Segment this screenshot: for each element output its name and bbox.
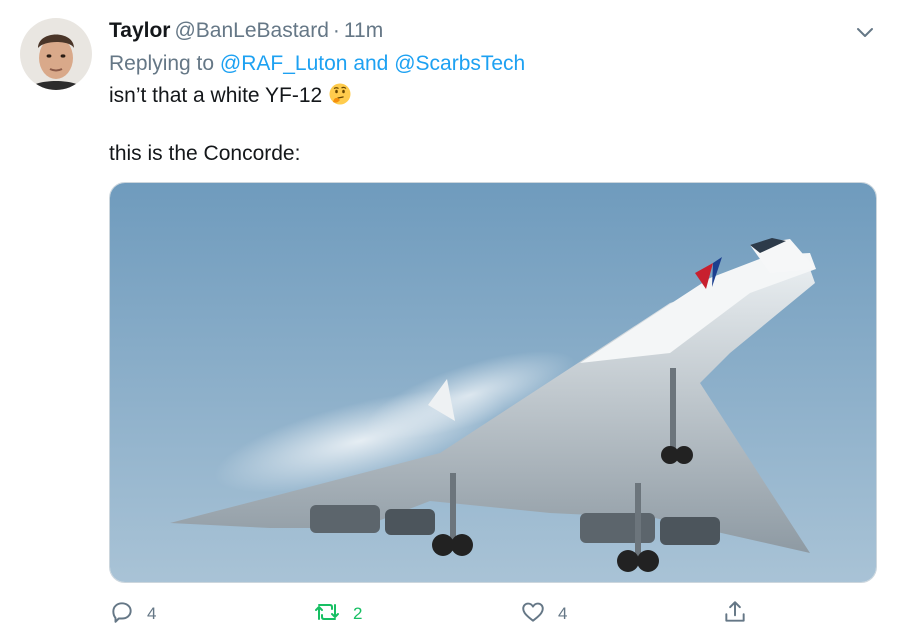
retweet-icon bbox=[313, 599, 341, 630]
retweet-button[interactable]: 2 bbox=[313, 600, 362, 628]
retweet-count: 2 bbox=[353, 604, 363, 623]
display-name[interactable]: Taylor bbox=[109, 19, 170, 42]
replying-to: Replying to @RAF_Luton and @ScarbsTech bbox=[109, 50, 525, 78]
reply-button[interactable]: 4 bbox=[109, 600, 156, 628]
tweet-header: Taylor @BanLeBastard · 11m bbox=[109, 17, 383, 45]
tweet-text: isn’t that a white YF-12 bbox=[109, 84, 323, 107]
tweet-text-line-2: this is the Concorde: bbox=[109, 142, 301, 165]
tweet-photo[interactable] bbox=[109, 182, 877, 583]
user-handle[interactable]: @BanLeBastard bbox=[174, 19, 328, 42]
tweet[interactable]: Taylor @BanLeBastard · 11m Replying to @RAF… bbox=[0, 0, 900, 643]
tweet-text-line-1: isn’t that a white YF-12 bbox=[109, 82, 352, 110]
mention-joiner: and bbox=[353, 52, 389, 75]
reply-icon bbox=[109, 599, 135, 630]
separator-dot: · bbox=[332, 19, 340, 42]
like-button[interactable]: 4 bbox=[520, 600, 567, 628]
reply-count: 4 bbox=[147, 604, 157, 623]
mention-raf-luton[interactable]: @RAF_Luton bbox=[220, 52, 348, 75]
heart-icon bbox=[520, 599, 546, 630]
mention-scarbstech[interactable]: @ScarbsTech bbox=[394, 52, 525, 75]
share-button[interactable] bbox=[722, 600, 748, 628]
like-count: 4 bbox=[558, 604, 568, 623]
avatar[interactable] bbox=[20, 18, 92, 90]
replying-prefix: Replying to bbox=[109, 52, 215, 75]
thinking-face-emoji bbox=[328, 82, 352, 106]
share-icon bbox=[722, 599, 748, 630]
timestamp[interactable]: 11m bbox=[344, 19, 383, 42]
chevron-down-icon[interactable] bbox=[853, 20, 877, 44]
